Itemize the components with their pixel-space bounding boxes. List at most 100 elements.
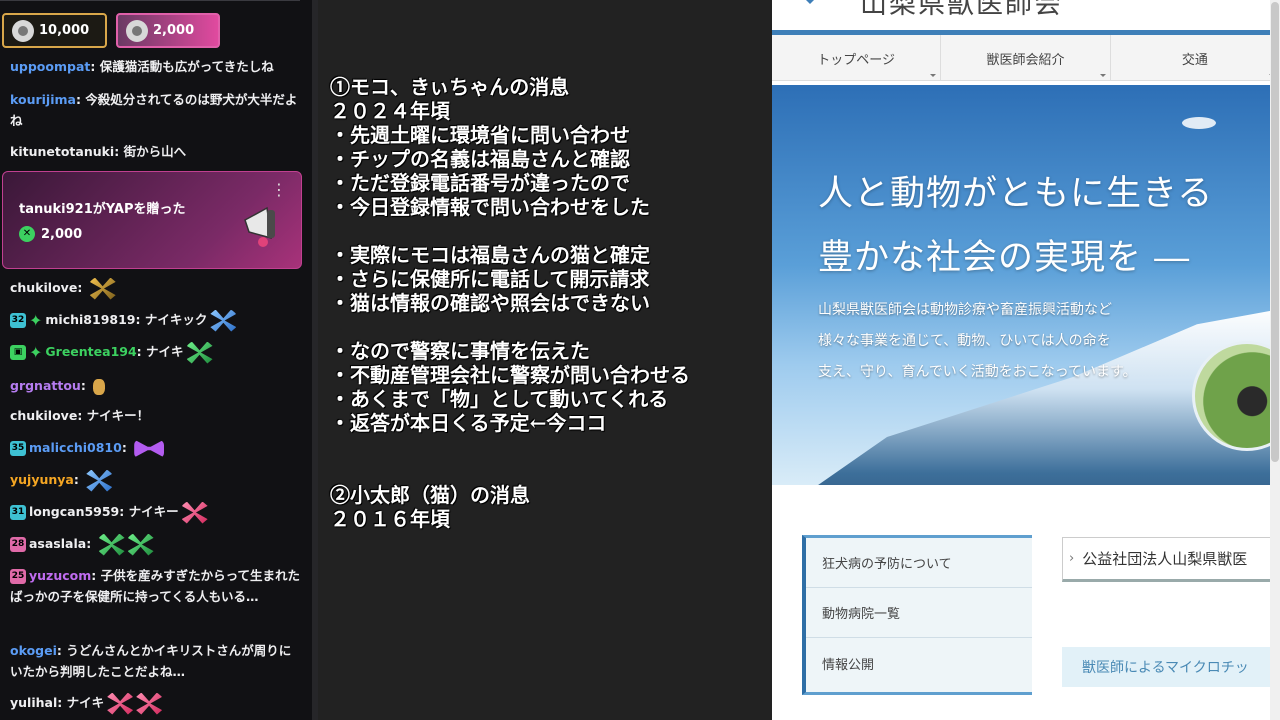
chat-message: 25 yuzucom: 子供を産みすぎたからって生まれたばっかの子を保健所に持って…: [10, 565, 300, 607]
chat-username[interactable]: kourijima: [10, 92, 76, 107]
main-nav: トップページ 獣医師会紹介 交通: [772, 35, 1280, 81]
chat-text: : ナイキック: [135, 312, 208, 327]
site-name[interactable]: 山梨県獣医師会: [860, 0, 1063, 21]
chat-text: : ナイキ: [57, 695, 105, 710]
butterfly-emote-icon: [127, 533, 154, 556]
memo-panel: ①モコ、きぃちゃんの消息 ２０２４年頃 ・先週土曜に環境省に問い合わせ ・チップ…: [312, 0, 772, 720]
chat-message: okogei: うどんさんとかイキリストさんが周りにいたから判明したことだよね…: [10, 640, 300, 682]
avatar-icon: [126, 19, 148, 42]
sparkle-badge-icon: ✦: [29, 343, 43, 362]
gift-text: tanuki921がYAPを贈った: [19, 202, 186, 217]
chat-message: 28 asaslala:: [10, 533, 300, 556]
scrollbar[interactable]: [1270, 0, 1280, 720]
chat-username[interactable]: yujyunya: [10, 472, 74, 487]
yap-icon: ✕: [19, 226, 35, 242]
chat-message: chukilove:: [10, 277, 300, 300]
megaphone-icon: [244, 206, 275, 247]
memo-line: ・猫は情報の確認や照会はできない: [330, 291, 650, 315]
chat-message: kourijima: 今殺処分されてるのは野犬が大半だよね: [10, 89, 300, 131]
nav-item-access[interactable]: 交通: [1111, 35, 1280, 81]
website-panel: 山梨県獣医師会 トップページ 獣医師会紹介 交通 人と動物がともに生きる 豊かな…: [772, 0, 1280, 720]
side-item-rabies[interactable]: 狂犬病の予防について: [806, 538, 1032, 588]
side-item-disclosure[interactable]: 情報公開: [806, 638, 1032, 688]
chat-username[interactable]: Greentea194: [45, 344, 136, 359]
memo-line: ・実際にモコは福島さんの猫と確定: [330, 243, 650, 267]
hero-title: 豊かな社会の実現を ―: [818, 238, 1191, 278]
sub-badge-icon: 35: [10, 441, 26, 456]
memo-line: ２０２４年頃: [330, 99, 450, 123]
memo-line: ・返答が本日くる予定←今ココ: [330, 411, 607, 435]
memo-heading: ②小太郎（猫）の消息: [330, 483, 530, 507]
chat-username[interactable]: chukilove: [10, 280, 77, 295]
nav-item-top[interactable]: トップページ: [772, 35, 942, 81]
chat-username[interactable]: malicchi0810: [29, 440, 122, 455]
memo-line: ・あくまで「物」として動いてくれる: [330, 387, 669, 411]
chat-username[interactable]: yuzucom: [29, 568, 91, 583]
butterfly-emote-icon: [98, 533, 125, 556]
chat-message: 35 malicchi0810:: [10, 437, 300, 458]
hero-text: 支え、守り、育んでいく活動をおこなっています。: [818, 364, 1137, 380]
cheer-amount: 10,000: [39, 23, 90, 38]
chat-username[interactable]: longcan5959: [29, 504, 119, 519]
gift-amount: 2,000: [41, 226, 83, 242]
site-header: 山梨県獣医師会: [772, 0, 1280, 30]
chat-text: :: [77, 280, 87, 295]
chevron-right-icon: ›: [1069, 551, 1075, 566]
gift-card[interactable]: tanuki921がYAPを贈った ✕ 2,000 ⋮: [2, 171, 302, 269]
site-logo-icon[interactable]: [790, 0, 830, 16]
breadcrumb-label: 公益社団法人山梨県獣医: [1082, 550, 1248, 568]
chat-message: grgnattou:: [10, 375, 300, 396]
cheer-badge-pink[interactable]: 2,000: [116, 13, 220, 48]
butterfly-emote-icon: [86, 469, 113, 492]
memo-line: ・ただ登録電話番号が違ったので: [330, 171, 630, 195]
chat-username[interactable]: michi819819: [45, 312, 135, 327]
hero-title: 人と動物がともに生きる: [818, 174, 1214, 214]
leaf-emote-icon: [93, 378, 106, 395]
gift-badge-icon: ▣: [10, 345, 26, 360]
chat-message: yulihal: ナイキ: [10, 692, 300, 715]
chat-username[interactable]: okogei: [10, 643, 57, 658]
breadcrumb[interactable]: › 公益社団法人山梨県獣医: [1062, 537, 1280, 582]
sub-badge-icon: 25: [10, 569, 26, 584]
chat-username[interactable]: yulihal: [10, 695, 57, 710]
side-item-hospitals[interactable]: 動物病院一覧: [806, 588, 1032, 638]
memo-line: ・さらに保健所に電話して開示請求: [330, 267, 650, 291]
chat-text: : ナイキー: [119, 504, 179, 519]
memo-line: ２０１６年頃: [330, 507, 450, 531]
chat-message: yujyunya:: [10, 469, 300, 492]
scrollbar-thumb[interactable]: [1271, 2, 1279, 462]
memo-line: ・先週土曜に環境省に問い合わせ: [330, 123, 630, 147]
panel-divider: [312, 0, 318, 720]
chat-text: :: [80, 378, 91, 393]
chat-username[interactable]: uppoompat: [10, 59, 90, 74]
chat-message: 31 longcan5959: ナイキー: [10, 501, 300, 524]
cheer-leaderboard: 10,000 2,000: [2, 13, 220, 48]
memo-line: ・不動産管理会社に警察が問い合わせる: [330, 363, 690, 387]
hero-banner: 人と動物がともに生きる 豊かな社会の実現を ― 山梨県獣医師会は動物診療や畜産振…: [772, 85, 1280, 485]
coin-icon: [12, 19, 34, 42]
sparkle-badge-icon: ✦: [29, 311, 43, 330]
side-menu: 狂犬病の予防について 動物病院一覧 情報公開: [802, 535, 1032, 695]
microchip-banner[interactable]: 獣医師によるマイクロチッ: [1062, 647, 1280, 687]
butterfly-emote-icon: [181, 501, 208, 524]
chat-text: :: [73, 472, 84, 487]
chat-panel: 10,000 2,000 uppoompat: 保護猫活動も広がってきたしね k…: [0, 0, 312, 720]
hero-text: 様々な事業を通じて、動物、ひいては人の命を: [818, 333, 1111, 349]
chat-message: 32 ✦ michi819819: ナイキック: [10, 309, 300, 332]
sub-badge-icon: 28: [10, 537, 26, 552]
chat-username[interactable]: kitunetotanuki: [10, 144, 114, 159]
chat-message: uppoompat: 保護猫活動も広がってきたしね: [10, 56, 300, 77]
more-options-icon[interactable]: ⋮: [271, 180, 287, 199]
cheer-amount: 2,000: [153, 23, 195, 38]
butterfly-emote-icon: [136, 692, 163, 715]
butterfly-emote-icon: [107, 692, 134, 715]
cheer-badge-gold[interactable]: 10,000: [2, 13, 107, 48]
bow-emote-icon: [134, 439, 165, 458]
nav-item-about[interactable]: 獣医師会紹介: [941, 35, 1111, 81]
chat-text: : ナイキ: [136, 344, 184, 359]
chat-username[interactable]: asaslala: [29, 536, 86, 551]
chat-username[interactable]: grgnattou: [10, 378, 81, 393]
chat-username[interactable]: chukilove: [10, 408, 77, 423]
memo-line: ・チップの名義は福島さんと確認: [330, 147, 630, 171]
memo-line: ・なので警察に事情を伝えた: [330, 339, 590, 363]
